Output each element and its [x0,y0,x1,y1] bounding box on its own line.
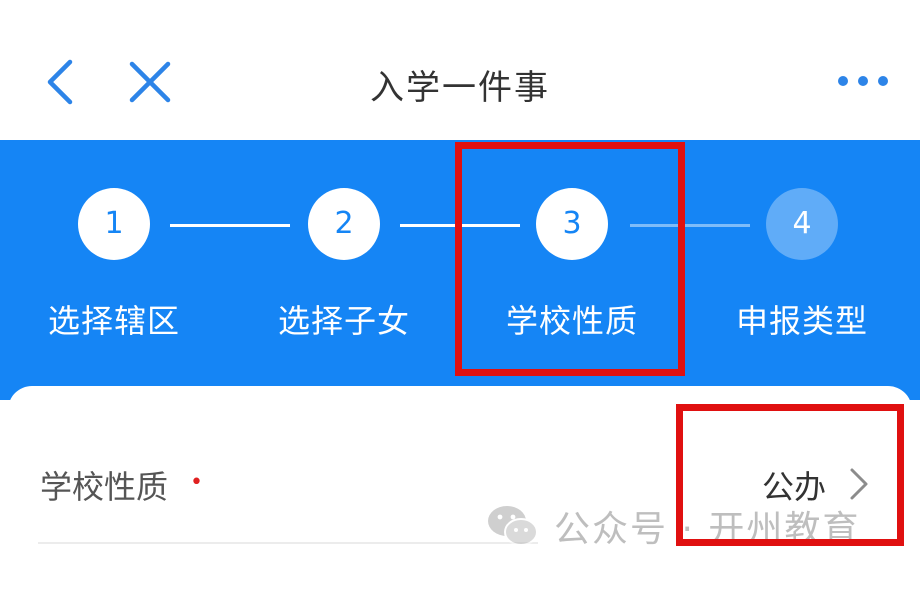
step-4-label: 申报类型 [735,302,868,340]
required-marker: • [190,470,203,495]
step-4-circle[interactable]: 4 [766,188,838,260]
step-1-circle[interactable]: 1 [78,188,150,260]
field-divider [38,542,538,544]
step-1-label: 选择辖区 [47,302,180,340]
school-type-label: 学校性质 [40,468,169,506]
step-2-circle[interactable]: 2 [308,188,380,260]
highlight-box-current-step [455,142,685,376]
wechat-icon [488,506,538,546]
more-dots-icon[interactable] [836,66,890,96]
highlight-box-school-type-value [676,404,904,546]
step-connector-1-2 [170,224,290,227]
page-title: 入学一件事 [370,68,550,108]
step-2-label: 选择子女 [277,302,410,340]
navigation-bar: 入学一件事 [0,0,920,140]
